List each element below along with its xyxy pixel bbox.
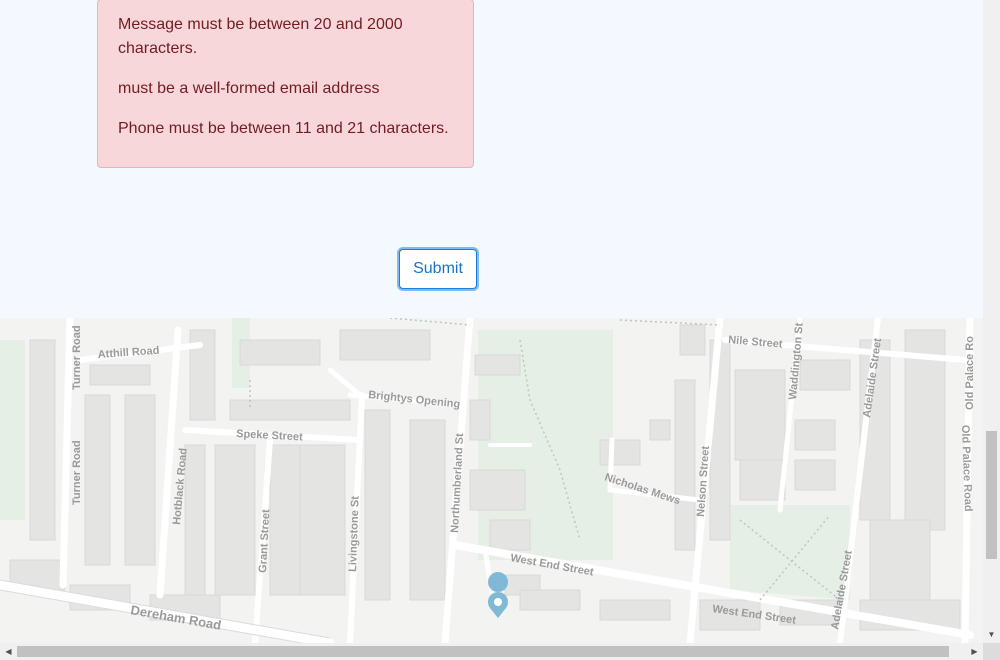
vertical-scrollbar[interactable]: ▼ — [983, 0, 1000, 643]
vertical-scrollbar-thumb[interactable] — [986, 431, 997, 559]
error-phone-length: Phone must be between 11 and 21 characte… — [118, 120, 449, 137]
contact-form-section: Message must be between 20 and 2000 char… — [0, 0, 983, 318]
validation-error-alert: Message must be between 20 and 2000 char… — [97, 0, 474, 168]
page: Message must be between 20 and 2000 char… — [0, 0, 983, 643]
map-canvas[interactable]: Atthill Road Turner Road Turner Road Bri… — [0, 318, 983, 643]
label-old-palace-road-1: Old Palace Ro — [964, 336, 976, 410]
scroll-right-arrow-icon[interactable]: ▶ — [966, 643, 983, 660]
label-turner-road-top: Turner Road — [71, 325, 83, 390]
label-turner-road: Turner Road — [71, 440, 83, 505]
scroll-left-arrow-icon[interactable]: ◀ — [0, 643, 17, 660]
error-message-length: Message must be between 20 and 2000 char… — [118, 16, 403, 57]
location-map[interactable]: Atthill Road Turner Road Turner Road Bri… — [0, 318, 983, 643]
scroll-down-arrow-icon[interactable]: ▼ — [983, 626, 1000, 643]
scrollbar-corner — [983, 643, 1000, 660]
error-email-format: must be a well-formed email address — [118, 80, 380, 97]
horizontal-scrollbar[interactable]: ◀ ▶ — [0, 643, 983, 660]
submit-button[interactable]: Submit — [399, 249, 477, 289]
horizontal-scrollbar-thumb[interactable] — [17, 646, 949, 657]
